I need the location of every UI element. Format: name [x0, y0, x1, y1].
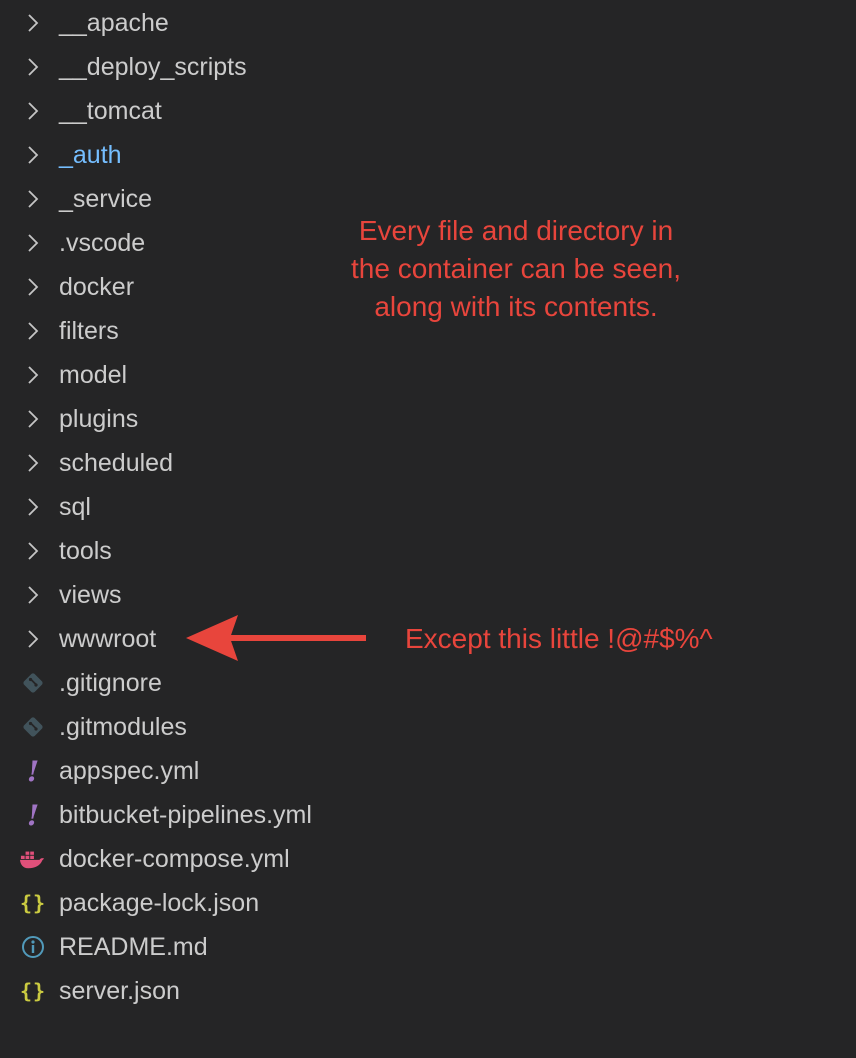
tree-item-label: tools — [59, 537, 112, 565]
chevron-right-icon — [20, 573, 46, 617]
tree-file-appspec[interactable]: ! appspec.yml — [0, 749, 440, 793]
annotation-line: the container can be seen, — [350, 253, 681, 284]
chevron-right-icon — [20, 617, 46, 661]
tree-file-gitignore[interactable]: .gitignore — [0, 661, 440, 705]
tree-item-label: __tomcat — [59, 97, 162, 125]
tree-folder-tomcat[interactable]: __tomcat — [0, 89, 440, 133]
docker-icon — [20, 837, 46, 881]
annotation-note-bottom: Except this little !@#$%^ — [405, 623, 713, 654]
chevron-right-icon — [20, 177, 46, 221]
tree-folder-views[interactable]: views — [0, 573, 440, 617]
tree-item-label: plugins — [59, 405, 139, 433]
git-icon — [20, 661, 46, 705]
tree-file-server-json[interactable]: {} server.json — [0, 969, 440, 1013]
tree-item-label: .gitignore — [59, 669, 162, 697]
tree-folder-tools[interactable]: tools — [0, 529, 440, 573]
chevron-right-icon — [20, 45, 46, 89]
chevron-right-icon — [20, 1, 46, 45]
tree-file-docker-compose[interactable]: docker-compose.yml — [0, 837, 440, 881]
tree-item-label: model — [59, 361, 128, 389]
tree-file-gitmodules[interactable]: .gitmodules — [0, 705, 440, 749]
annotation-line: along with its contents. — [374, 291, 658, 322]
chevron-right-icon — [20, 397, 46, 441]
chevron-right-icon — [20, 89, 46, 133]
info-icon — [20, 925, 46, 969]
tree-item-label: README.md — [59, 933, 208, 961]
annotation-line: Every file and directory in — [358, 215, 674, 246]
chevron-right-icon — [20, 353, 46, 397]
tree-item-label: sql — [59, 493, 91, 521]
tree-item-label: scheduled — [59, 449, 173, 477]
chevron-right-icon — [20, 485, 46, 529]
file-explorer-tree: __apache __deploy_scripts __tomcat _auth… — [0, 1, 440, 1013]
tree-item-label: docker-compose.yml — [59, 845, 290, 873]
chevron-right-icon — [20, 221, 46, 265]
json-icon: {} — [19, 891, 47, 915]
red-arrow-annotation — [186, 615, 366, 661]
chevron-right-icon — [20, 441, 46, 485]
tree-item-label: appspec.yml — [59, 757, 200, 785]
tree-folder-apache[interactable]: __apache — [0, 1, 440, 45]
tree-folder-sql[interactable]: sql — [0, 485, 440, 529]
tree-item-label: __deploy_scripts — [59, 53, 247, 81]
tree-item-label: _service — [59, 185, 153, 213]
chevron-right-icon — [20, 529, 46, 573]
tree-item-label: .gitmodules — [59, 713, 187, 741]
tree-folder-model[interactable]: model — [0, 353, 440, 397]
yaml-icon: ! — [26, 754, 40, 788]
tree-file-package-lock[interactable]: {} package-lock.json — [0, 881, 440, 925]
tree-file-readme[interactable]: README.md — [0, 925, 440, 969]
tree-folder-deploy-scripts[interactable]: __deploy_scripts — [0, 45, 440, 89]
tree-item-label: bitbucket-pipelines.yml — [59, 801, 312, 829]
tree-item-label: __apache — [59, 9, 169, 37]
tree-item-label: package-lock.json — [59, 889, 260, 917]
chevron-right-icon — [20, 133, 46, 177]
git-icon — [20, 705, 46, 749]
tree-item-label: .vscode — [59, 229, 146, 257]
chevron-right-icon — [20, 309, 46, 353]
tree-item-label: views — [59, 581, 122, 609]
tree-item-label: server.json — [59, 977, 180, 1005]
tree-file-bitbucket-pipelines[interactable]: ! bitbucket-pipelines.yml — [0, 793, 440, 837]
annotation-note-top: Every file and directory in the containe… — [316, 212, 716, 326]
tree-item-label: filters — [59, 317, 119, 345]
tree-item-label: _auth — [59, 141, 122, 169]
tree-item-label: wwwroot — [59, 625, 157, 653]
tree-folder-scheduled[interactable]: scheduled — [0, 441, 440, 485]
json-icon: {} — [19, 979, 47, 1003]
tree-folder-auth[interactable]: _auth — [0, 133, 440, 177]
tree-folder-plugins[interactable]: plugins — [0, 397, 440, 441]
yaml-icon: ! — [26, 798, 40, 832]
chevron-right-icon — [20, 265, 46, 309]
tree-item-label: docker — [59, 273, 135, 301]
